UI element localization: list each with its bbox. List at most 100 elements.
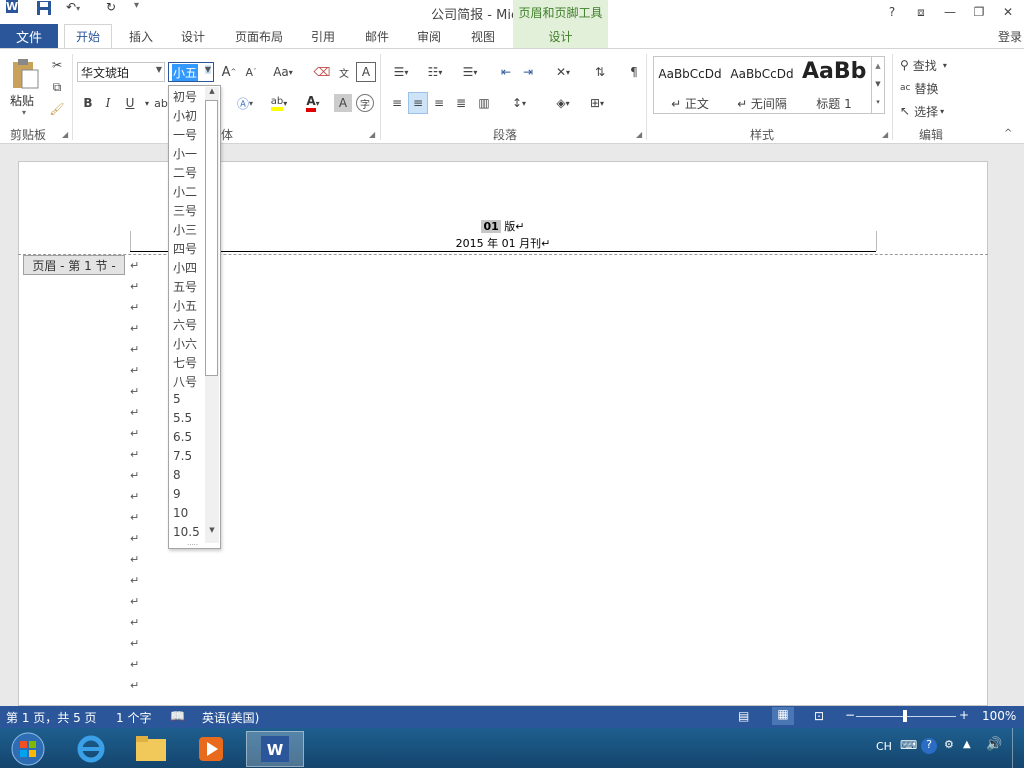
font-size-option[interactable]: 小初	[173, 107, 197, 124]
show-hidden-icons-icon[interactable]: ▲	[963, 739, 971, 750]
tab-home[interactable]: 开始	[64, 24, 112, 48]
start-button-icon[interactable]	[0, 731, 56, 767]
settings-icon[interactable]: ⚙	[944, 738, 954, 751]
collapse-ribbon-icon[interactable]: ^	[1004, 128, 1012, 139]
keyboard-icon[interactable]: ⌨	[900, 738, 917, 752]
volume-icon[interactable]: 🔊	[986, 737, 1002, 752]
scroll-down-icon[interactable]: ▼	[205, 526, 219, 538]
help-button[interactable]: ?	[880, 3, 904, 21]
copy-icon[interactable]: ⧉	[48, 78, 66, 96]
paste-button-label[interactable]: 粘贴	[10, 92, 34, 109]
restore-button[interactable]: ❐	[967, 3, 991, 21]
decrease-indent-icon[interactable]: ⇤	[496, 62, 516, 82]
media-player-icon[interactable]	[186, 731, 236, 767]
header-edition-line[interactable]: 01 版↵	[130, 218, 876, 234]
underline-dropdown-icon[interactable]: ▾	[140, 94, 154, 112]
phonetic-guide-icon[interactable]: 文	[334, 62, 354, 82]
styles-scrollbar[interactable]: ▲ ▼ ▾	[871, 57, 884, 113]
font-size-option[interactable]: 小四	[173, 259, 197, 276]
font-size-option[interactable]: 5	[173, 392, 181, 406]
font-size-option[interactable]: 七号	[173, 354, 197, 371]
tab-file[interactable]: 文件	[0, 24, 58, 48]
numbering-icon[interactable]: ☷ ▾	[420, 62, 450, 82]
more-styles-icon[interactable]: ▾	[872, 93, 884, 111]
zoom-slider-thumb[interactable]	[903, 710, 907, 722]
font-size-option[interactable]: 初号	[173, 88, 197, 105]
font-size-option[interactable]: 小三	[173, 221, 197, 238]
tab-mailings[interactable]: 邮件	[354, 24, 400, 48]
clipboard-launcher-icon[interactable]: ◢	[62, 130, 68, 139]
align-right-icon[interactable]: ≡	[430, 94, 448, 112]
font-size-option[interactable]: 二号	[173, 164, 197, 181]
bold-button[interactable]: B	[80, 94, 96, 112]
font-size-option[interactable]: 6.5	[173, 430, 192, 444]
distributed-icon[interactable]: ▥	[474, 94, 494, 112]
font-size-option[interactable]: 八号	[173, 373, 197, 390]
bullets-icon[interactable]: ☰ ▾	[386, 62, 416, 82]
font-size-option[interactable]: 五号	[173, 278, 197, 295]
select-button[interactable]: ↖ 选择 ▾	[900, 102, 962, 120]
paste-icon[interactable]	[8, 56, 42, 92]
show-desktop-button[interactable]	[1012, 728, 1024, 768]
file-explorer-icon[interactable]	[126, 731, 176, 767]
highlight-icon[interactable]: ab ▾	[264, 94, 294, 112]
scrollbar-thumb[interactable]	[205, 100, 218, 376]
text-effects-icon[interactable]: Ⓐ ▾	[232, 94, 258, 112]
chinese-layout-icon[interactable]: ✕ ▾	[548, 62, 578, 82]
ribbon-display-options-icon[interactable]: ⧈	[909, 3, 933, 21]
multilevel-list-icon[interactable]: ☰ ▾	[454, 62, 486, 82]
page-count[interactable]: 第 1 页，共 5 页	[6, 709, 97, 726]
ime-indicator[interactable]: CH	[876, 740, 892, 753]
internet-explorer-icon[interactable]	[66, 731, 116, 767]
web-layout-icon[interactable]: ⊡	[814, 709, 824, 723]
shrink-font-icon[interactable]: Aˇ	[242, 62, 260, 82]
tab-design[interactable]: 设计	[170, 24, 216, 48]
clear-formatting-icon[interactable]: ⌫	[312, 62, 332, 82]
font-size-option[interactable]: 小一	[173, 145, 197, 162]
tab-page-layout[interactable]: 页面布局	[224, 24, 294, 48]
font-name-combo[interactable]: 华文琥珀 ▼	[77, 62, 165, 82]
paste-dropdown-icon[interactable]: ▾	[22, 108, 26, 117]
font-size-option[interactable]: 10	[173, 506, 188, 520]
zoom-out-button[interactable]: −	[845, 708, 855, 722]
sort-icon[interactable]: ⇅	[590, 62, 610, 82]
proofing-icon[interactable]: 📖	[170, 709, 185, 723]
grow-font-icon[interactable]: A ^	[220, 62, 238, 82]
italic-button[interactable]: I	[100, 94, 116, 112]
increase-indent-icon[interactable]: ⇥	[518, 62, 538, 82]
font-size-option[interactable]: 5.5	[173, 411, 192, 425]
tab-insert[interactable]: 插入	[118, 24, 164, 48]
character-border-icon[interactable]: A	[356, 62, 376, 82]
tab-references[interactable]: 引用	[300, 24, 346, 48]
font-size-option[interactable]: 四号	[173, 240, 197, 257]
font-launcher-icon[interactable]: ◢	[369, 130, 375, 139]
word-taskbar-icon[interactable]: W	[246, 731, 304, 767]
minimize-button[interactable]: —	[938, 3, 962, 21]
font-size-option[interactable]: 9	[173, 487, 181, 501]
align-left-icon[interactable]: ≡	[388, 94, 406, 112]
replace-button[interactable]: ac 替换	[900, 79, 956, 97]
print-layout-icon[interactable]: ▦	[772, 707, 794, 725]
chevron-down-icon[interactable]: ▼	[872, 75, 884, 93]
show-hide-marks-icon[interactable]: ¶	[624, 62, 644, 82]
line-spacing-icon[interactable]: ↕ ▾	[504, 94, 534, 112]
change-case-button[interactable]: Aa ▾	[268, 62, 298, 82]
find-button[interactable]: ⚲ 查找 ▾	[900, 56, 962, 74]
resize-grip-icon[interactable]: ·····	[187, 541, 198, 549]
justify-icon[interactable]: ≣	[452, 94, 470, 112]
font-size-option[interactable]: 六号	[173, 316, 197, 333]
tab-header-footer-design[interactable]: 设计	[513, 24, 608, 48]
font-size-combo[interactable]: 小五 ▼	[168, 62, 214, 82]
tab-review[interactable]: 审阅	[406, 24, 452, 48]
shading-icon[interactable]: ◈ ▾	[548, 94, 578, 112]
close-button[interactable]: ✕	[996, 3, 1020, 21]
scroll-up-icon[interactable]: ▲	[205, 87, 219, 99]
paragraph-launcher-icon[interactable]: ◢	[636, 130, 642, 139]
zoom-level[interactable]: 100%	[982, 709, 1016, 723]
borders-icon[interactable]: ⊞ ▾	[582, 94, 612, 112]
chevron-down-icon[interactable]: ▼	[156, 65, 162, 74]
font-size-option-selected[interactable]: 小五	[173, 297, 197, 314]
styles-launcher-icon[interactable]: ◢	[882, 130, 888, 139]
style-no-spacing[interactable]: AaBbCcDd ↵ 无间隔	[726, 57, 798, 113]
font-size-option[interactable]: 小六	[173, 335, 197, 352]
